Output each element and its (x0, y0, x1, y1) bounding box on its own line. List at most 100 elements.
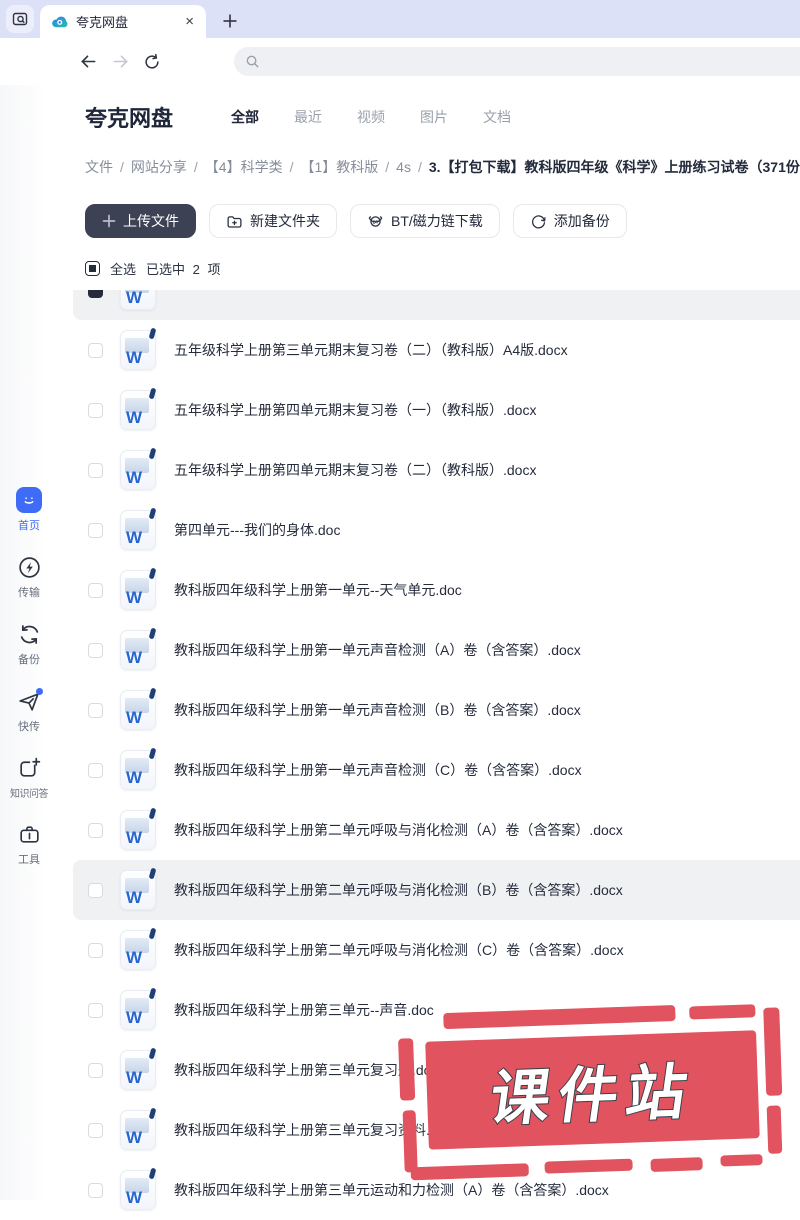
sidebar-item-quick-send[interactable]: 快传 (0, 688, 58, 734)
word-doc-icon: W (120, 1047, 157, 1090)
row-checkbox[interactable] (88, 1122, 103, 1138)
plus-icon (102, 214, 116, 228)
file-name: 教科版四年级科学上册第三单元运动和力检测（A）卷（含答案）.docx (174, 1182, 609, 1198)
sidebar-item-backup[interactable]: 备份 (0, 621, 58, 667)
row-checkbox[interactable] (88, 402, 103, 418)
add-backup-button[interactable]: 添加备份 (512, 204, 627, 238)
breadcrumb-item[interactable]: 文件 (85, 159, 113, 175)
word-doc-icon: W (120, 327, 157, 370)
breadcrumb-separator: / (417, 159, 422, 175)
tools-icon (16, 821, 42, 847)
select-all-label[interactable]: 全选 (110, 259, 136, 278)
row-checkbox[interactable] (88, 762, 103, 778)
file-row[interactable]: W 教科版四年级科学上册第一单元声音检测（B）卷（含答案）.docx (73, 680, 800, 740)
row-checkbox[interactable] (88, 1182, 103, 1198)
breadcrumb-item[interactable]: 4s (396, 159, 411, 175)
file-row[interactable]: W 教科版四年级科学上册第三单元--声音.doc (73, 980, 800, 1040)
sidebar: 首页 传输 备份 快传 知识问答 工具 (0, 85, 58, 1200)
row-checkbox[interactable] (88, 342, 103, 358)
sidebar-item-home[interactable]: 首页 (0, 487, 58, 533)
file-row[interactable]: W 教科版四年级科学上册第三单元复习资料.doc (73, 1100, 800, 1160)
file-name: 五年级科学上册第三单元期末复习卷（二）（教科版）A4版.docx (174, 342, 568, 358)
row-checkbox[interactable] (88, 942, 103, 958)
select-all-checkbox[interactable] (85, 261, 100, 276)
row-checkbox[interactable] (88, 290, 103, 298)
word-doc-icon: W (120, 927, 157, 970)
upload-file-button[interactable]: 上传文件 (85, 204, 196, 238)
file-name: 教科版四年级科学上册第一单元声音检测（A）卷（含答案）.docx (174, 642, 581, 658)
row-checkbox[interactable] (88, 1062, 103, 1078)
quick-send-icon (16, 688, 43, 714)
selection-bar: 全选 已选中 2 项 (85, 259, 800, 278)
breadcrumb-item[interactable]: 【4】科学类 (205, 159, 283, 175)
new-folder-button[interactable]: 新建文件夹 (209, 204, 337, 238)
sidebar-item-knowledge[interactable]: 知识问答 (0, 755, 58, 800)
file-row[interactable]: W 五年级科学上册第四单元期末复习卷（二）（教科版）.docx (73, 440, 800, 500)
breadcrumb-current: 3.【打包下载】教科版四年级《科学》上册练习试卷（371份） (428, 159, 800, 175)
sidebar-item-tools[interactable]: 工具 (0, 821, 58, 867)
file-row[interactable]: W 教科版四年级科学上册第一单元声音检测（C）卷（含答案）.docx (73, 740, 800, 800)
browser-tab-bar: 夸克网盘 × (0, 0, 800, 38)
browser-tab[interactable]: 夸克网盘 × (40, 5, 206, 38)
breadcrumb-item[interactable]: 网站分享 (131, 159, 187, 175)
selected-count: 2 (192, 262, 200, 277)
view-tabs: 全部 最近 视频 图片 文档 (231, 107, 511, 127)
tab-image[interactable]: 图片 (420, 107, 448, 127)
tab-search-button[interactable] (6, 5, 34, 33)
file-row[interactable]: W 教科版四年级科学上册第三单元复习题.doc (73, 1040, 800, 1100)
file-name: 五年级科学上册第四单元期末复习卷（二）（教科版）.docx (174, 462, 537, 478)
row-checkbox[interactable] (88, 702, 103, 718)
breadcrumb-separator: / (385, 159, 390, 175)
file-row[interactable]: W 教科版四年级科学上册第一单元--天气单元.doc (73, 560, 800, 620)
row-checkbox[interactable] (88, 822, 103, 838)
file-row[interactable]: W 教科版四年级科学上册第三单元运动和力检测（A）卷（含答案）.docx (73, 1160, 800, 1220)
file-name: 教科版四年级科学上册第二单元呼吸与消化检测（A）卷（含答案）.docx (174, 822, 623, 838)
refresh-button[interactable] (142, 52, 162, 72)
word-doc-icon: W (120, 567, 157, 610)
search-icon (245, 54, 260, 69)
word-doc-icon: W (120, 987, 157, 1030)
partial-file-row[interactable]: W (73, 290, 800, 320)
file-name: 五年级科学上册第四单元期末复习卷（一）（教科版）.docx (174, 402, 537, 418)
row-checkbox[interactable] (88, 882, 103, 898)
file-name: 教科版四年级科学上册第一单元声音检测（B）卷（含答案）.docx (174, 702, 581, 718)
new-tab-button[interactable] (222, 13, 238, 29)
file-row[interactable]: W 教科版四年级科学上册第二单元呼吸与消化检测（B）卷（含答案）.docx (73, 860, 800, 920)
sidebar-item-label: 工具 (18, 854, 40, 866)
page-title: 夸克网盘 (85, 106, 174, 131)
breadcrumb-item[interactable]: 【1】教科版 (300, 159, 378, 175)
tab-search-icon (12, 11, 28, 27)
tab-close-icon[interactable]: × (183, 12, 196, 31)
bt-magnet-download-button[interactable]: BT BT/磁力链下载 (350, 204, 500, 238)
breadcrumb-separator: / (120, 159, 124, 175)
back-button[interactable] (78, 52, 98, 72)
tab-document[interactable]: 文档 (483, 107, 511, 127)
file-row[interactable]: W 教科版四年级科学上册第一单元声音检测（A）卷（含答案）.docx (73, 620, 800, 680)
address-search-bar[interactable] (234, 47, 800, 76)
file-row[interactable]: W 教科版四年级科学上册第二单元呼吸与消化检测（A）卷（含答案）.docx (73, 800, 800, 860)
tab-title: 夸克网盘 (76, 15, 129, 30)
tab-all[interactable]: 全部 (231, 107, 259, 127)
row-checkbox[interactable] (88, 582, 103, 598)
file-row[interactable]: W 第四单元---我们的身体.doc (73, 500, 800, 560)
forward-button[interactable] (110, 52, 130, 72)
word-doc-icon: W (120, 290, 156, 310)
file-row[interactable]: W 五年级科学上册第三单元期末复习卷（二）（教科版）A4版.docx (73, 320, 800, 380)
tab-video[interactable]: 视频 (357, 107, 385, 127)
word-doc-icon: W (120, 1107, 157, 1150)
row-checkbox[interactable] (88, 522, 103, 538)
tab-recent[interactable]: 最近 (294, 107, 322, 127)
word-doc-icon: W (120, 447, 157, 490)
sidebar-item-label: 首页 (18, 520, 40, 532)
file-row[interactable]: W 五年级科学上册第四单元期末复习卷（一）（教科版）.docx (73, 380, 800, 440)
row-checkbox[interactable] (88, 1002, 103, 1018)
file-name: 第四单元---我们的身体.doc (174, 522, 341, 538)
file-name: 教科版四年级科学上册第二单元呼吸与消化检测（C）卷（含答案）.docx (174, 942, 624, 958)
file-row[interactable]: W 教科版四年级科学上册第二单元呼吸与消化检测（C）卷（含答案）.docx (73, 920, 800, 980)
sidebar-item-transfer[interactable]: 传输 (0, 554, 58, 600)
backup-icon (16, 621, 42, 647)
row-checkbox[interactable] (88, 642, 103, 658)
row-checkbox[interactable] (88, 462, 103, 478)
sidebar-item-label: 传输 (18, 587, 40, 599)
sidebar-item-label: 备份 (18, 654, 40, 666)
